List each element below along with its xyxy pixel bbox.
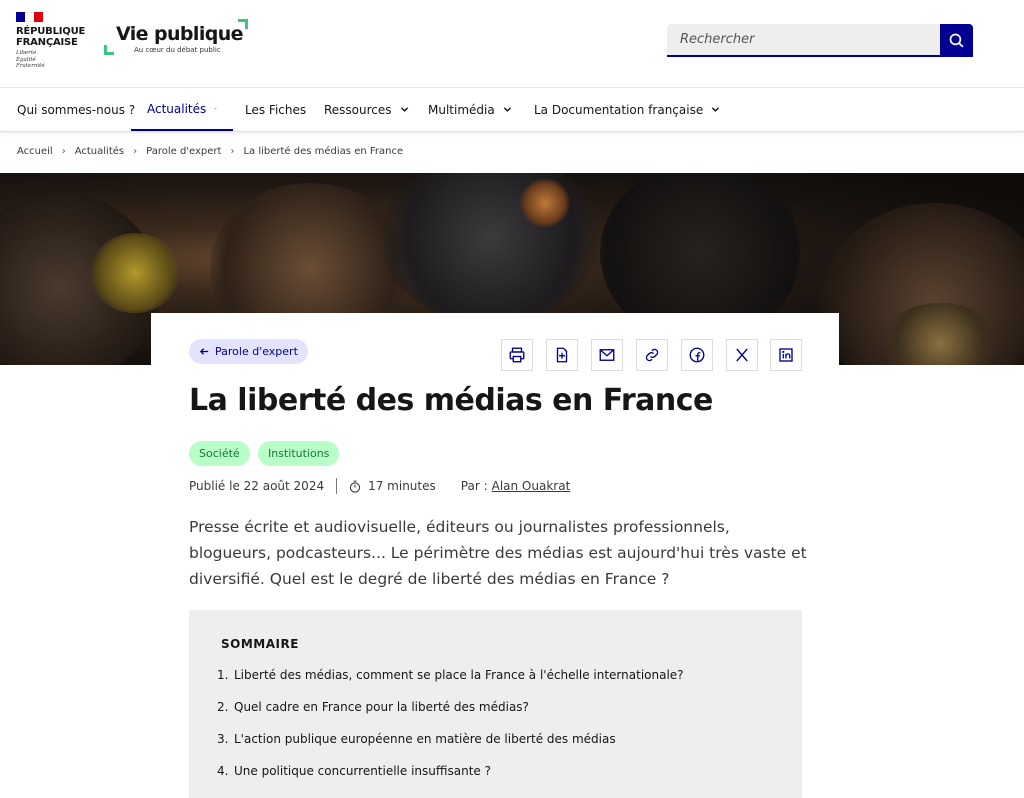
main-navigation: Qui sommes-nous ? Actualités Les Fiches …	[0, 88, 1024, 132]
logo-corner-bottom-left	[104, 45, 114, 55]
back-to-parole-expert-tag[interactable]: Parole d'expert	[189, 339, 308, 364]
search-button[interactable]	[940, 24, 973, 57]
back-tag-label: Parole d'expert	[215, 345, 298, 358]
download-icon	[556, 347, 568, 363]
chevron-down-icon	[400, 107, 408, 112]
article-title: La liberté des médias en France	[189, 383, 713, 418]
table-of-contents: SOMMAIRE 1. Liberté des médias, comment s…	[189, 610, 802, 798]
toc-number: 1.	[217, 668, 229, 682]
article-card: Parole d'expert La liberté des médias en…	[151, 313, 839, 798]
nav-item-qui-sommes-nous[interactable]: Qui sommes-nous ?	[17, 88, 135, 131]
stopwatch-icon	[349, 480, 361, 493]
rf-name-line2: FRANÇAISE	[16, 37, 78, 48]
chevron-right-icon: ›	[230, 146, 235, 157]
facebook-icon	[689, 347, 705, 363]
toc-label: Une politique concurrentielle insuffisan…	[234, 764, 491, 778]
print-button[interactable]	[501, 339, 533, 371]
linkedin-share-button[interactable]	[770, 339, 802, 371]
toc-item-1[interactable]: 1. Liberté des médias, comment se place l…	[217, 668, 684, 682]
tag-institutions[interactable]: Institutions	[258, 441, 340, 466]
breadcrumb: Accueil › Actualités › Parole d'expert ›…	[17, 146, 403, 157]
french-flag-icon	[16, 12, 43, 22]
download-button[interactable]	[546, 339, 578, 371]
toc-label: L'action publique européenne en matière …	[234, 732, 616, 746]
toc-number: 4.	[217, 764, 229, 778]
site-subtitle: Au cœur du débat public	[134, 46, 221, 54]
copy-link-button[interactable]	[636, 339, 668, 371]
search-input[interactable]	[667, 24, 940, 57]
breadcrumb-current: La liberté des médias en France	[243, 146, 404, 157]
toc-title: SOMMAIRE	[221, 637, 299, 651]
print-icon	[509, 347, 525, 363]
meta-divider	[336, 478, 338, 494]
breadcrumb-accueil[interactable]: Accueil	[17, 146, 53, 157]
article-meta: Publié le 22 août 2024 17 minutes Par : …	[189, 478, 570, 494]
vie-publique-logo[interactable]: Vie publique Au cœur du débat public	[104, 19, 250, 57]
mail-icon	[599, 349, 615, 361]
toc-label: Quel cadre en France pour la liberté des…	[234, 700, 529, 714]
linkedin-icon	[779, 348, 793, 362]
article-lead: Presse écrite et audiovisuelle, éditeurs…	[189, 518, 807, 588]
toc-item-4[interactable]: 4. Une politique concurrentielle insuffis…	[217, 764, 491, 778]
arrow-left-icon	[199, 348, 209, 355]
site-title: Vie publique	[116, 23, 244, 45]
toc-number: 3.	[217, 732, 229, 746]
chevron-down-icon	[503, 107, 511, 112]
chevron-down-icon	[712, 107, 720, 112]
nav-label: Multimédia	[428, 102, 495, 117]
link-icon	[645, 348, 659, 362]
toc-number: 2.	[217, 700, 229, 714]
facebook-share-button[interactable]	[681, 339, 713, 371]
rf-name-line1: RÉPUBLIQUE	[16, 26, 86, 37]
nav-item-documentation-francaise[interactable]: La Documentation française	[534, 88, 720, 131]
republique-francaise-logo[interactable]: RÉPUBLIQUE FRANÇAISE Liberté Égalité Fra…	[16, 12, 86, 70]
site-header: RÉPUBLIQUE FRANÇAISE Liberté Égalité Fra…	[0, 0, 1024, 88]
search-bar	[667, 24, 973, 57]
nav-label: Actualités	[147, 101, 207, 116]
breadcrumb-actualites[interactable]: Actualités	[75, 146, 124, 157]
rf-motto: Liberté Égalité Fraternité	[16, 50, 86, 70]
published-date: Publié le 22 août 2024	[189, 479, 325, 493]
chevron-down-icon	[214, 107, 217, 110]
toc-item-2[interactable]: 2. Quel cadre en France pour la liberté d…	[217, 700, 529, 714]
reading-time: 17 minutes	[368, 479, 436, 493]
author-prefix: Par :	[460, 479, 488, 493]
nav-item-actualites[interactable]: Actualités	[131, 88, 233, 131]
nav-label: Qui sommes-nous ?	[17, 102, 136, 117]
author-link[interactable]: Alan Ouakrat	[492, 479, 571, 493]
rf-motto-3: Fraternité	[16, 63, 45, 69]
toc-item-3[interactable]: 3. L'action publique européenne en matièr…	[217, 732, 616, 746]
x-share-button[interactable]	[726, 339, 758, 371]
nav-label: La Documentation française	[534, 102, 704, 117]
breadcrumb-parole-expert[interactable]: Parole d'expert	[146, 146, 221, 157]
nav-item-multimedia[interactable]: Multimédia	[428, 88, 512, 131]
tag-societe[interactable]: Société	[189, 441, 250, 466]
nav-item-les-fiches[interactable]: Les Fiches	[245, 88, 306, 131]
nav-label: Les Fiches	[245, 102, 307, 117]
x-icon	[736, 348, 748, 362]
nav-label: Ressources	[324, 102, 392, 117]
search-icon	[949, 33, 964, 48]
email-share-button[interactable]	[591, 339, 623, 371]
chevron-right-icon: ›	[61, 146, 66, 157]
chevron-right-icon: ›	[133, 146, 138, 157]
nav-item-ressources[interactable]: Ressources	[324, 88, 409, 131]
toc-label: Liberté des médias, comment se place la …	[234, 668, 684, 682]
